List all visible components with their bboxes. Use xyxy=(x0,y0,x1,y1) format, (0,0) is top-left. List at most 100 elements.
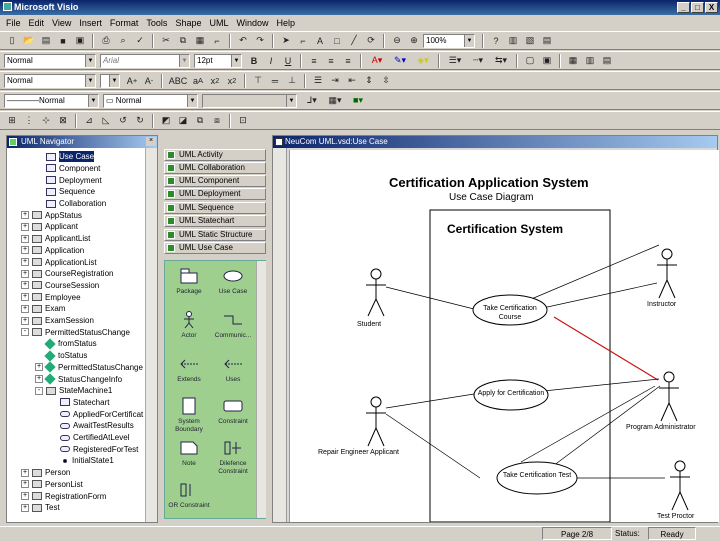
expand-icon[interactable]: + xyxy=(21,293,29,302)
stencil-tab-component[interactable]: UML Component xyxy=(164,175,266,187)
line-ends-icon[interactable]: ⇆▾ xyxy=(490,53,512,68)
expand-icon[interactable]: + xyxy=(35,363,43,372)
actor-program-administrator[interactable] xyxy=(659,371,679,422)
open-icon[interactable]: 📂 xyxy=(21,33,37,48)
menu-tools[interactable]: Tools xyxy=(142,18,171,28)
expand-icon[interactable]: + xyxy=(21,246,29,255)
master-difference-constraint[interactable]: Dilefence Constraint xyxy=(211,439,255,476)
tree-item[interactable]: + Application xyxy=(21,245,84,257)
tree-item[interactable]: + StatusChangeInfo xyxy=(35,373,122,385)
connector-style-icon[interactable]: ⅃▾ xyxy=(301,93,323,108)
rotate-left-icon[interactable]: ↺ xyxy=(115,113,131,128)
rotate-tool-icon[interactable]: ⟳ xyxy=(363,33,379,48)
tree-item[interactable]: fromStatus xyxy=(35,338,97,350)
layers-icon[interactable]: ▤ xyxy=(599,53,615,68)
all-caps-icon[interactable]: aA xyxy=(190,73,206,88)
corner-icon[interactable]: ▣ xyxy=(539,53,555,68)
tree-item[interactable]: - StateMachine1 xyxy=(35,385,112,397)
menu-window[interactable]: Window xyxy=(232,18,272,28)
tree-item[interactable]: InitialState1 xyxy=(49,455,114,467)
master-system-boundary[interactable]: System Boundary xyxy=(167,397,211,434)
align-middle-icon[interactable]: ═ xyxy=(267,73,283,88)
font-color-icon[interactable]: A▾ xyxy=(366,53,388,68)
zoom-in-icon[interactable]: ⊕ xyxy=(406,33,422,48)
outdent-icon[interactable]: ⇤ xyxy=(344,73,360,88)
expand-icon[interactable]: + xyxy=(21,269,29,278)
expand-icon[interactable]: + xyxy=(21,258,29,267)
drawing-explorer-icon[interactable]: ▧ xyxy=(522,33,538,48)
master-constraint[interactable]: Constraint xyxy=(211,397,255,426)
format-painter-icon[interactable]: ⌐ xyxy=(209,33,225,48)
actor-student[interactable] xyxy=(366,268,386,317)
tree-item[interactable]: + RegistrationForm xyxy=(21,490,106,502)
rotate-right-icon[interactable]: ↻ xyxy=(132,113,148,128)
print-icon[interactable]: ⎙ xyxy=(98,33,114,48)
tree-item[interactable]: - PermittedStatusChange xyxy=(21,327,130,339)
italic-icon[interactable]: I xyxy=(263,53,279,68)
stencil-tab-use-case[interactable]: UML Use Case xyxy=(164,242,266,254)
tree-item[interactable]: + ExamSession xyxy=(21,315,94,327)
minimize-button[interactable]: _ xyxy=(677,2,690,13)
align-bottom-icon[interactable]: ⊥ xyxy=(284,73,300,88)
master-extends[interactable]: Extends xyxy=(167,355,211,384)
line-weight-icon[interactable]: ☰▾ xyxy=(444,53,466,68)
association-line[interactable] xyxy=(385,413,481,479)
stencil-tab-static-structure[interactable]: UML Static Structure xyxy=(164,229,266,241)
fill-style-select[interactable]: ▭ Normal ▼ xyxy=(103,93,198,108)
copy-icon[interactable]: ⧉ xyxy=(175,33,191,48)
menu-format[interactable]: Format xyxy=(106,18,143,28)
stencil-tab-deployment[interactable]: UML Deployment xyxy=(164,188,266,200)
align-top-icon[interactable]: ⊤ xyxy=(250,73,266,88)
menu-shape[interactable]: Shape xyxy=(171,18,205,28)
small-caps-icon[interactable]: ABC xyxy=(167,73,189,88)
rectangle-tool-icon[interactable]: □ xyxy=(329,33,345,48)
print-preview-icon[interactable]: ▣ xyxy=(72,33,88,48)
save-icon[interactable]: ■ xyxy=(55,33,71,48)
snap-icon[interactable]: ⊹ xyxy=(38,113,54,128)
tree-item[interactable]: + Applicant xyxy=(21,221,78,233)
bullets-icon[interactable]: ☰ xyxy=(310,73,326,88)
subscript-icon[interactable]: x2 xyxy=(224,73,240,88)
menu-uml[interactable]: UML xyxy=(205,18,232,28)
text-font-select[interactable]: ▼ xyxy=(100,73,120,88)
expand-icon[interactable]: + xyxy=(21,492,29,501)
font-shrink-icon[interactable]: A- xyxy=(141,73,157,88)
shadow-color-icon[interactable]: ■▾ xyxy=(347,93,369,108)
spacing-up-icon[interactable]: ⇕ xyxy=(361,73,377,88)
tree-item[interactable]: Component xyxy=(35,163,100,175)
tree-item[interactable]: + CourseSession xyxy=(21,280,99,292)
tree-item[interactable]: + ApplicantList xyxy=(21,233,90,245)
open-stencil-icon[interactable]: ▤ xyxy=(38,33,54,48)
association-line[interactable] xyxy=(528,244,660,301)
expand-icon[interactable]: + xyxy=(35,375,43,384)
superscript-icon[interactable]: x2 xyxy=(207,73,223,88)
stencil-tab-statechart[interactable]: UML Statechart xyxy=(164,215,266,227)
align-right-icon[interactable]: ≡ xyxy=(340,53,356,68)
help-icon[interactable]: ? xyxy=(488,33,504,48)
stencil-tab-collaboration[interactable]: UML Collaboration xyxy=(164,162,266,174)
connector-tool-icon[interactable]: ⌐ xyxy=(295,33,311,48)
flip-vertical-icon[interactable]: ◺ xyxy=(98,113,114,128)
group-icon[interactable]: ⧉ xyxy=(192,113,208,128)
ungroup-icon[interactable]: ⧈ xyxy=(209,113,225,128)
master-actor[interactable]: Actor xyxy=(167,311,211,340)
association-line[interactable] xyxy=(528,282,658,312)
line-tool-icon[interactable]: ╱ xyxy=(346,33,362,48)
expand-icon[interactable]: + xyxy=(21,304,29,313)
menu-help[interactable]: Help xyxy=(273,18,300,28)
preview-icon[interactable]: ⌕ xyxy=(115,33,131,48)
expand-icon[interactable]: + xyxy=(21,316,29,325)
undo-icon[interactable]: ↶ xyxy=(235,33,251,48)
expand-icon[interactable]: + xyxy=(21,222,29,231)
expand-icon[interactable]: + xyxy=(21,503,29,512)
actor-test-proctor[interactable] xyxy=(670,460,690,511)
line-style-select[interactable]: ————Normal ▼ xyxy=(4,93,99,108)
font-select[interactable]: Arial ▼ xyxy=(100,53,190,68)
style-select[interactable]: Normal ▼ xyxy=(4,53,96,68)
collapse-icon[interactable]: - xyxy=(35,386,43,395)
pointer-tool-icon[interactable]: ➤ xyxy=(278,33,294,48)
tree-item[interactable]: AppliedForCertificat xyxy=(49,408,143,420)
menu-insert[interactable]: Insert xyxy=(75,18,106,28)
fill-color-icon[interactable]: ◈▾ xyxy=(412,53,434,68)
tree-item[interactable]: + ApplicationList xyxy=(21,256,97,268)
